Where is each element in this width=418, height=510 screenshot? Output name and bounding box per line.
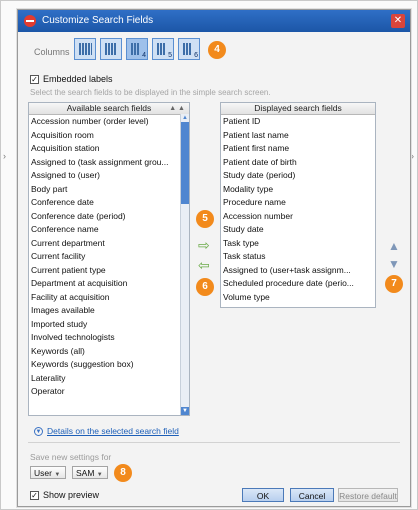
list-item[interactable]: Keywords (all) [29, 345, 189, 359]
list-item[interactable]: Task status [221, 250, 375, 264]
user-dropdown[interactable]: SAM ▼ [72, 466, 108, 479]
callout-badge-8: 8 [114, 464, 132, 482]
left-edge-marker: › [3, 151, 6, 161]
customize-search-fields-dialog: Customize Search Fields ✕ Columns 4 5 6 … [17, 9, 411, 507]
window-title: Customize Search Fields [42, 15, 154, 26]
available-fields-items: Accession number (order level) Acquisitio… [29, 115, 189, 399]
details-link-row[interactable]: ▼ Details on the selected search field [34, 426, 179, 436]
list-item[interactable]: Task type [221, 237, 375, 251]
embedded-labels-row[interactable]: ✓ Embedded labels [30, 74, 113, 84]
list-item[interactable]: Patient date of birth [221, 156, 375, 170]
columns-3-icon [105, 43, 117, 55]
list-item[interactable]: Assigned to (task assignment grou... [29, 156, 189, 170]
chevron-down-icon: ▼ [96, 472, 103, 478]
displayed-fields-header: Displayed search fields [221, 103, 375, 115]
divider [28, 442, 400, 443]
available-fields-header[interactable]: Available search fields ▲ ▲ [29, 103, 189, 115]
list-item[interactable]: Images available [29, 304, 189, 318]
save-settings-label: Save new settings for [30, 452, 112, 462]
cancel-button[interactable]: Cancel [290, 488, 334, 502]
list-item[interactable]: Assigned to (user) [29, 169, 189, 183]
triangle-down-icon[interactable]: ▼ [388, 258, 400, 270]
list-item[interactable]: Accession number [221, 210, 375, 224]
screenshot-frame: › › Customize Search Fields ✕ Columns 4 … [0, 0, 418, 510]
list-item[interactable]: Modality type [221, 183, 375, 197]
right-edge-marker: › [411, 151, 414, 161]
app-logo-icon [24, 15, 36, 27]
list-item[interactable]: Conference name [29, 223, 189, 237]
list-item[interactable]: Study date (period) [221, 169, 375, 183]
list-item[interactable]: Facility at acquisition [29, 291, 189, 305]
list-item[interactable]: Accession number (order level) [29, 115, 189, 129]
show-preview-checkbox[interactable]: ✓ [30, 490, 39, 500]
triangle-up-icon[interactable]: ▲ [388, 240, 400, 252]
list-item[interactable]: Current department [29, 237, 189, 251]
embedded-labels-checkbox[interactable]: ✓ [30, 74, 39, 84]
list-item[interactable]: Body part [29, 183, 189, 197]
list-item[interactable]: Current facility [29, 250, 189, 264]
scroll-thumb[interactable] [181, 122, 189, 204]
columns-6-icon [183, 43, 191, 55]
columns-label: Columns [34, 47, 70, 57]
list-item[interactable]: Conference date [29, 196, 189, 210]
list-item[interactable]: Operator [29, 385, 189, 399]
available-fields-list[interactable]: Available search fields ▲ ▲ Accession nu… [28, 102, 190, 416]
scroll-down-icon[interactable]: ▼ [181, 407, 189, 415]
embedded-labels-label: Embedded labels [43, 74, 113, 84]
show-preview-row[interactable]: ✓ Show preview [30, 490, 99, 500]
columns-4-icon [131, 43, 139, 55]
list-item[interactable]: Department at acquisition [29, 277, 189, 291]
list-item[interactable]: Current patient type [29, 264, 189, 278]
available-list-scrollbar[interactable]: ▲ ▼ [180, 114, 189, 415]
list-item[interactable]: Acquisition station [29, 142, 189, 156]
columns-option-4[interactable]: 4 [126, 38, 148, 60]
restore-default-button[interactable]: Restore default [338, 488, 398, 502]
callout-badge-5: 5 [196, 210, 214, 228]
callout-badge-4: 4 [208, 41, 226, 59]
list-item[interactable]: Imported study [29, 318, 189, 332]
arrow-right-icon[interactable]: ⇨ [198, 238, 210, 252]
arrow-left-icon[interactable]: ⇦ [198, 258, 210, 272]
instruction-text: Select the search fields to be displayed… [30, 88, 271, 97]
list-item[interactable]: Procedure name [221, 196, 375, 210]
list-item[interactable]: Patient ID [221, 115, 375, 129]
columns-option-3[interactable] [100, 38, 122, 60]
scope-dropdown[interactable]: User ▼ [30, 466, 66, 479]
sort-icon: ▲ ▲ [169, 105, 185, 112]
details-link[interactable]: Details on the selected search field [47, 426, 179, 436]
close-icon[interactable]: ✕ [391, 14, 405, 28]
columns-5-icon [157, 43, 165, 55]
title-bar[interactable]: Customize Search Fields ✕ [18, 10, 410, 32]
chevron-down-icon[interactable]: ▼ [34, 426, 43, 436]
show-preview-label: Show preview [43, 490, 100, 500]
columns-2-icon [79, 43, 92, 55]
list-item[interactable]: Scheduled procedure date (perio... [221, 277, 375, 291]
list-item[interactable]: Acquisition room [29, 129, 189, 143]
list-item[interactable]: Laterality [29, 372, 189, 386]
columns-option-6[interactable]: 6 [178, 38, 200, 60]
displayed-fields-items: Patient ID Patient last name Patient first… [221, 115, 375, 304]
list-item[interactable]: Volume type [221, 291, 375, 305]
callout-badge-7: 7 [385, 275, 403, 293]
scroll-up-icon[interactable]: ▲ [181, 114, 189, 122]
list-item[interactable]: Involved technologists [29, 331, 189, 345]
ok-button[interactable]: OK [242, 488, 284, 502]
chevron-down-icon: ▼ [54, 472, 61, 478]
callout-badge-6: 6 [196, 278, 214, 296]
list-item[interactable]: Assigned to (user+task assignm... [221, 264, 375, 278]
columns-option-5[interactable]: 5 [152, 38, 174, 60]
list-item[interactable]: Patient first name [221, 142, 375, 156]
list-item[interactable]: Patient last name [221, 129, 375, 143]
list-item[interactable]: Keywords (suggestion box) [29, 358, 189, 372]
list-item[interactable]: Conference date (period) [29, 210, 189, 224]
displayed-fields-list[interactable]: Displayed search fields Patient ID Patien… [220, 102, 376, 308]
columns-option-2[interactable] [74, 38, 96, 60]
list-item[interactable]: Study date [221, 223, 375, 237]
